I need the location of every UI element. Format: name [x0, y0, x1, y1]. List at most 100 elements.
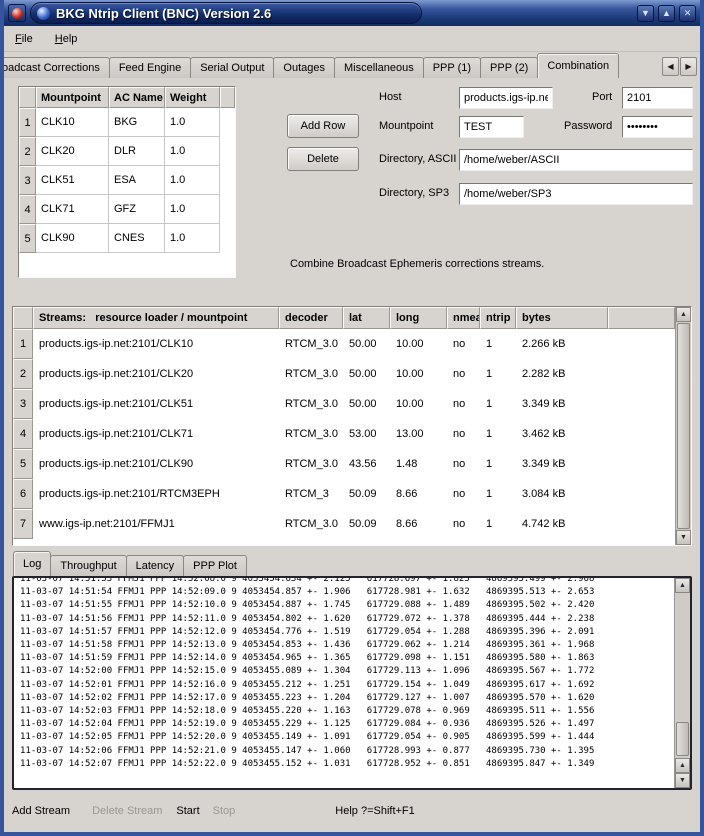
stream-ntrip-cell: 1	[480, 449, 516, 479]
log-line: 11-03-07 14:52:01 FFMJ1 PPP 14:52:16.0 9…	[20, 679, 674, 692]
tab-throughput[interactable]: Throughput	[50, 555, 126, 576]
tab-log[interactable]: Log	[13, 551, 51, 576]
combination-acname-cell[interactable]: BKG	[109, 108, 165, 137]
tab-ppp-1-[interactable]: PPP (1)	[423, 57, 481, 78]
scroll-down-icon[interactable]: ▼	[675, 773, 690, 788]
mountpoint-label: Mountpoint	[379, 120, 433, 132]
combination-weight-cell[interactable]: 1.0	[165, 166, 220, 195]
combination-acname-cell[interactable]: ESA	[109, 166, 165, 195]
streams-table-row[interactable]: 1products.igs-ip.net:2101/CLK10RTCM_3.05…	[13, 329, 675, 359]
tab-latency[interactable]: Latency	[126, 555, 185, 576]
stream-nmea-cell: no	[447, 419, 480, 449]
stream-bytes-cell: 3.349 kB	[516, 389, 608, 419]
combination-weight-cell[interactable]: 1.0	[165, 195, 220, 224]
tab-scroll-left-icon[interactable]: ◀	[662, 57, 679, 76]
tab-miscellaneous[interactable]: Miscellaneous	[334, 57, 424, 78]
combination-acname-cell[interactable]: DLR	[109, 137, 165, 166]
tab-serial-output[interactable]: Serial Output	[190, 57, 274, 78]
streams-table-row[interactable]: 3products.igs-ip.net:2101/CLK51RTCM_3.05…	[13, 389, 675, 419]
combination-table-row: 4CLK71GFZ1.0	[19, 195, 235, 224]
log-line: 11-03-07 14:51:59 FFMJ1 PPP 14:52:14.0 9…	[20, 652, 674, 665]
combination-header-filler	[220, 87, 235, 108]
combination-weight-cell[interactable]: 1.0	[165, 108, 220, 137]
streams-column-header: Streams: resource loader / mountpoint	[33, 307, 279, 329]
streams-table: Streams: resource loader / mountpointdec…	[13, 307, 675, 545]
stream-long-cell: 10.00	[390, 329, 447, 359]
help-shortcut-label: Help ?=Shift+F1	[335, 805, 415, 817]
streams-scrollbar-track[interactable]	[676, 322, 691, 530]
add-stream-button[interactable]: Add Stream	[12, 805, 70, 817]
combination-mountpoint-cell[interactable]: CLK10	[36, 108, 109, 137]
streams-row-number: 6	[13, 479, 33, 509]
start-button[interactable]: Start	[176, 805, 199, 817]
combination-corner-cell	[19, 87, 36, 108]
streams-table-row[interactable]: 4products.igs-ip.net:2101/CLK71RTCM_3.05…	[13, 419, 675, 449]
log-line: 11-03-07 14:52:07 FFMJ1 PPP 14:52:22.0 9…	[20, 758, 674, 771]
directory-sp3-input[interactable]	[459, 183, 693, 205]
scroll-down-icon[interactable]: ▼	[676, 530, 691, 545]
log-lines: 11-03-07 14:51:53 FFMJ1 PPP 14:52:08.0 9…	[14, 578, 674, 788]
stream-nmea-cell: no	[447, 449, 480, 479]
combination-column-header: Weight	[165, 87, 220, 108]
combination-acname-cell[interactable]: GFZ	[109, 195, 165, 224]
stream-row-filler	[608, 359, 675, 389]
stream-long-cell: 10.00	[390, 389, 447, 419]
tab-scroll-right-icon[interactable]: ▶	[680, 57, 697, 76]
log-scrollbar[interactable]: ▲ ▲ ▼	[674, 578, 690, 788]
stream-lat-cell: 50.00	[343, 329, 390, 359]
combination-mountpoint-cell[interactable]: CLK20	[36, 137, 109, 166]
tab-outages[interactable]: Outages	[273, 57, 335, 78]
combination-mountpoint-cell[interactable]: CLK90	[36, 224, 109, 253]
streams-column-header: lat	[343, 307, 390, 329]
log-scrollbar-track[interactable]	[675, 593, 690, 758]
log-scrollbar-thumb[interactable]	[676, 722, 689, 756]
streams-scrollbar-thumb[interactable]	[677, 323, 690, 529]
streams-column-header: bytes	[516, 307, 608, 329]
streams-row-number: 1	[13, 329, 33, 359]
menu-help[interactable]: Help	[52, 31, 81, 47]
scroll-up-icon[interactable]: ▲	[676, 307, 691, 322]
titlebar[interactable]: BKG Ntrip Client (BNC) Version 2.6 ▼ ▲ ✕	[4, 0, 700, 26]
stream-bytes-cell: 3.084 kB	[516, 479, 608, 509]
tab-combination[interactable]: Combination	[537, 53, 619, 78]
directory-ascii-input[interactable]	[459, 149, 693, 171]
stream-decoder-cell: RTCM_3.0	[279, 419, 343, 449]
menu-file[interactable]: File	[12, 31, 36, 47]
streams-table-row[interactable]: 5products.igs-ip.net:2101/CLK90RTCM_3.04…	[13, 449, 675, 479]
maximize-icon[interactable]: ▲	[658, 5, 675, 22]
combination-mountpoint-cell[interactable]: CLK71	[36, 195, 109, 224]
port-input[interactable]	[622, 87, 693, 109]
combination-weight-cell[interactable]: 1.0	[165, 224, 220, 253]
stream-decoder-cell: RTCM_3.0	[279, 449, 343, 479]
streams-table-row[interactable]: 2products.igs-ip.net:2101/CLK20RTCM_3.05…	[13, 359, 675, 389]
window-menu-button[interactable]	[8, 4, 26, 22]
combination-acname-cell[interactable]: CNES	[109, 224, 165, 253]
close-icon[interactable]: ✕	[679, 5, 696, 22]
log-line: 11-03-07 14:52:02 FFMJ1 PPP 14:52:17.0 9…	[20, 692, 674, 705]
password-input[interactable]	[622, 116, 693, 138]
host-input[interactable]	[459, 87, 553, 109]
stream-mountpoint-cell: products.igs-ip.net:2101/RTCM3EPH	[33, 479, 279, 509]
combination-table: MountpointAC NameWeight1CLK10BKG1.02CLK2…	[19, 87, 235, 253]
minimize-icon[interactable]: ▼	[637, 5, 654, 22]
scroll-up-icon[interactable]: ▲	[675, 578, 690, 593]
add-row-button[interactable]: Add Row	[287, 114, 359, 138]
combination-row-number: 1	[19, 108, 36, 137]
tab-feed-engine[interactable]: Feed Engine	[109, 57, 191, 78]
streams-table-row[interactable]: 7www.igs-ip.net:2101/FFMJ1RTCM_3.050.098…	[13, 509, 675, 539]
stream-mountpoint-cell: www.igs-ip.net:2101/FFMJ1	[33, 509, 279, 539]
combination-weight-cell[interactable]: 1.0	[165, 137, 220, 166]
tab-oadcast-corrections[interactable]: oadcast Corrections	[4, 57, 110, 78]
delete-button[interactable]: Delete	[287, 147, 359, 171]
streams-scrollbar[interactable]: ▲ ▼	[675, 307, 691, 545]
tab-ppp-2-[interactable]: PPP (2)	[480, 57, 538, 78]
tab-scroll-buttons: ◀ ▶	[659, 57, 700, 78]
scroll-up-icon[interactable]: ▲	[675, 758, 690, 773]
mountpoint-input[interactable]	[459, 116, 524, 138]
combination-row-number: 3	[19, 166, 36, 195]
combination-mountpoint-cell[interactable]: CLK51	[36, 166, 109, 195]
combination-table-row: 3CLK51ESA1.0	[19, 166, 235, 195]
combination-row-number: 5	[19, 224, 36, 253]
tab-ppp-plot[interactable]: PPP Plot	[183, 555, 247, 576]
streams-table-row[interactable]: 6products.igs-ip.net:2101/RTCM3EPHRTCM_3…	[13, 479, 675, 509]
